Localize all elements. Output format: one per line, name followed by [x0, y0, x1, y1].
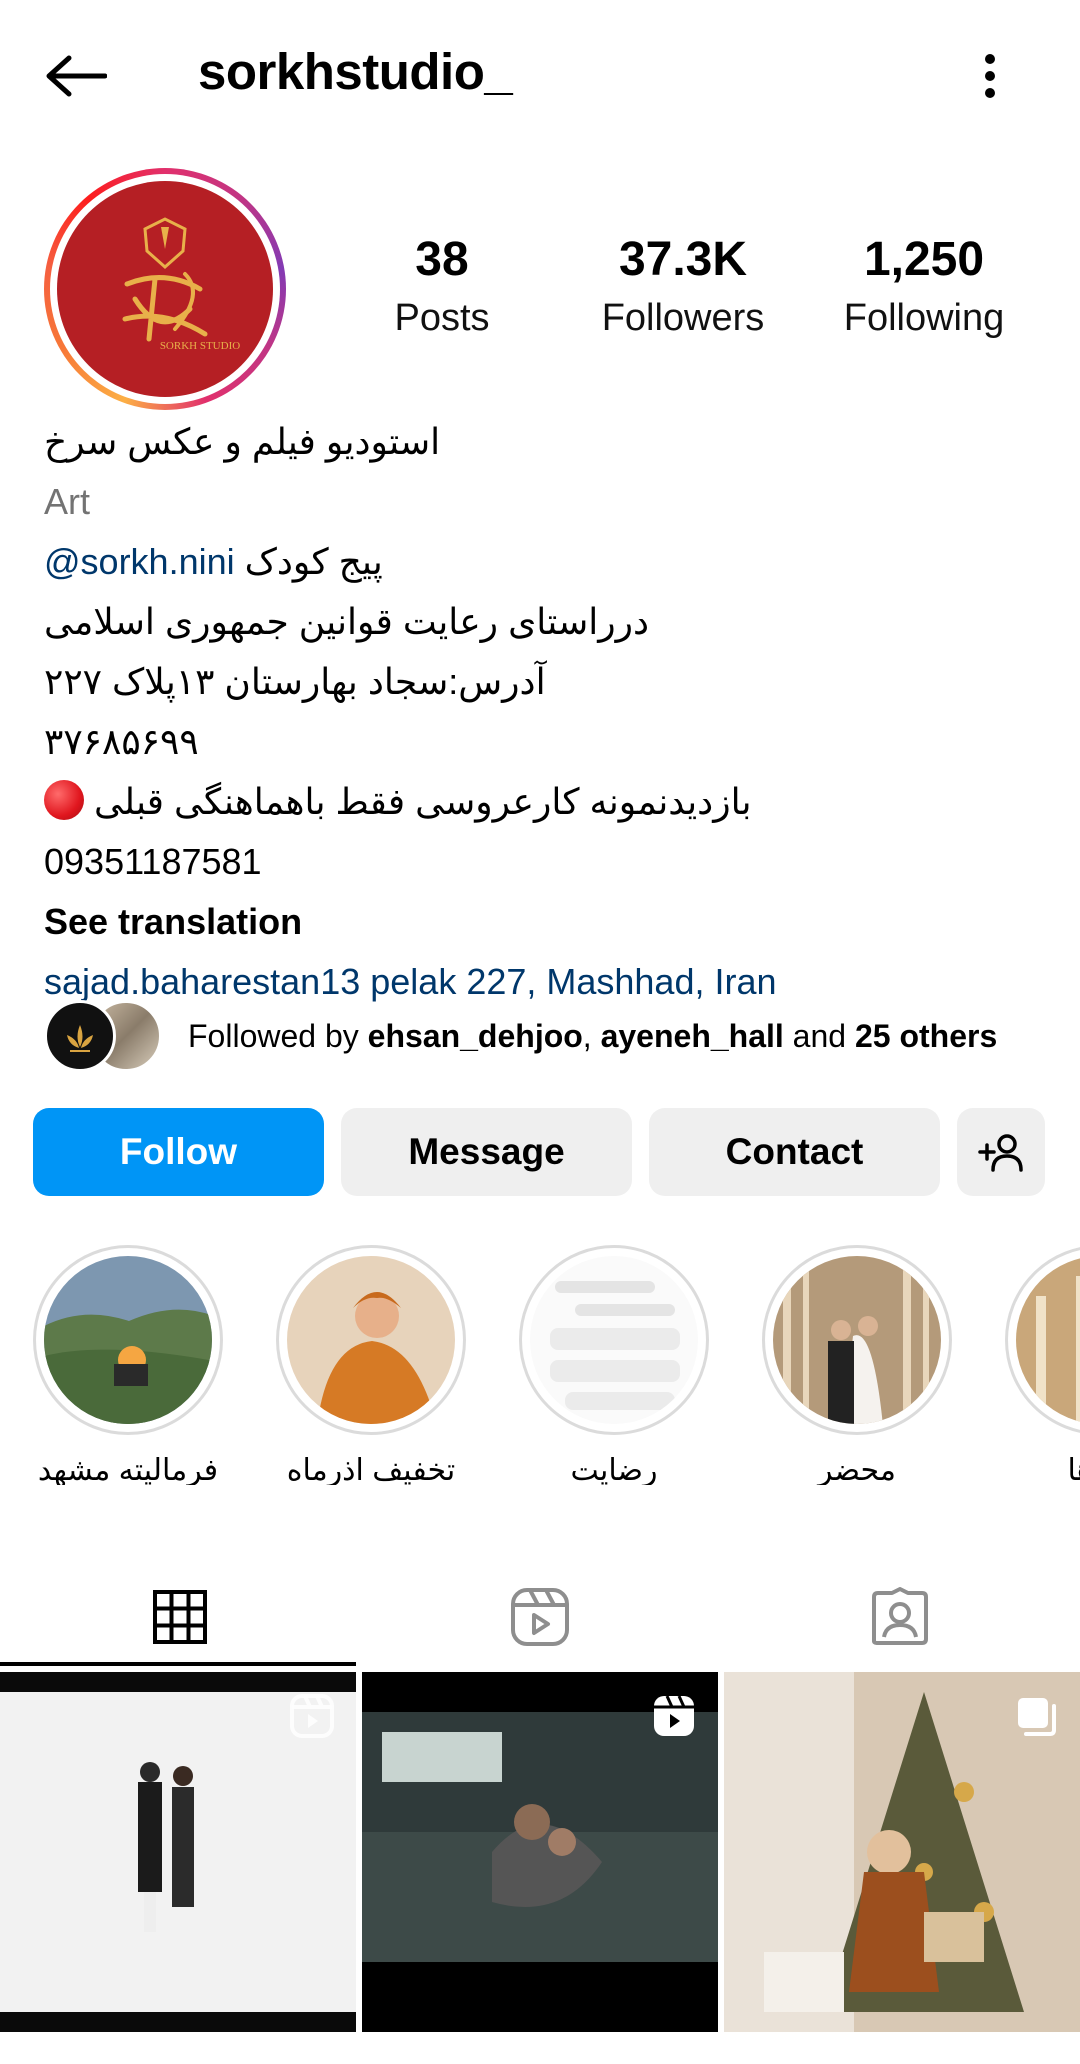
add-person-icon [978, 1134, 1023, 1172]
highlight-item[interactable]: محضر [762, 1245, 952, 1485]
back-button[interactable] [40, 40, 112, 112]
highlight-label: محضر [817, 1454, 896, 1485]
posts-grid [0, 1672, 1080, 2064]
bio-line-law: درراستای رعایت قوانین جمهوری اسلامی [44, 601, 650, 642]
highlight-label: الارها [1067, 1454, 1080, 1485]
follower-avatar [44, 1000, 116, 1072]
bio-line-phone: ۳۷۶۸۵۶۹۹ [44, 721, 199, 762]
tagged-user-icon [872, 1587, 928, 1645]
highlight-item[interactable]: رضایت [519, 1245, 709, 1485]
post-thumbnail[interactable] [724, 1672, 1080, 2032]
followers-count: 37.3K [618, 233, 748, 286]
reels-tab[interactable] [360, 1562, 720, 1672]
red-circle-emoji-icon [44, 780, 84, 820]
contact-button[interactable]: Contact [649, 1108, 940, 1196]
highlight-item[interactable]: الارها [1005, 1245, 1080, 1485]
bio-line-visit: بازدیدنمونه کارعروسی فقط باهماهنگی قبلی [94, 781, 752, 822]
following-count: 1,250 [863, 233, 985, 286]
more-vertical-icon [985, 54, 995, 98]
studio-logo: SORKH STUDIO [57, 181, 273, 397]
profile-tabs [0, 1562, 1080, 1672]
highlight-item[interactable]: فرمالیته مشهد [33, 1245, 223, 1485]
stat-posts[interactable]: 38 Posts [332, 232, 552, 348]
location-link[interactable]: sajad.baharestan13 pelak 227, Mashhad, I… [44, 961, 777, 1002]
suggested-users-button[interactable] [957, 1108, 1045, 1196]
svg-text:SORKH STUDIO: SORKH STUDIO [160, 340, 240, 352]
bio-line-mobile[interactable]: 09351187581 [44, 841, 262, 882]
highlight-cover [44, 1256, 212, 1424]
lotus-logo-icon [67, 1025, 93, 1052]
post-thumbnail[interactable] [0, 1672, 356, 2032]
profile-username: sorkhstudio_ [198, 43, 513, 100]
profile-actions: Follow Message Contact [0, 1108, 1080, 1196]
stat-following[interactable]: 1,250 Following [814, 232, 1034, 348]
bio-line-address: آدرس:سجاد بهارستان ۱۳پلاک ۲۲۷ [44, 661, 546, 702]
highlight-cover [530, 1256, 698, 1424]
post-thumbnail[interactable] [362, 1672, 718, 2032]
tagged-tab[interactable] [720, 1562, 1080, 1672]
highlight-cover [287, 1256, 455, 1424]
highlight-item[interactable]: تخفیف اذرماه [276, 1245, 466, 1485]
profile-avatar[interactable]: SORKH STUDIO [44, 168, 286, 410]
following-label: Following [843, 297, 1005, 339]
more-options-button[interactable] [960, 40, 1020, 112]
top-bar: sorkhstudio_ [0, 0, 1080, 150]
followers-label: Followers [601, 297, 765, 339]
profile-bio: استودیو فیلم و عکس سرخ Art @sorkh.nini پ… [44, 412, 1044, 1012]
see-translation-link[interactable]: See translation [44, 901, 302, 942]
highlight-label: رضایت [570, 1454, 658, 1485]
back-arrow-icon [46, 55, 107, 97]
highlight-cover [773, 1256, 941, 1424]
reel-badge-icon [654, 1695, 694, 1736]
highlight-label: تخفیف اذرماه [286, 1454, 456, 1485]
story-highlights: فرمالیته مشهد تخفیف اذرماه رضایت محضر ا [0, 1245, 1080, 1485]
kids-page-label: پیج کودک [244, 541, 383, 582]
grid-icon [153, 1590, 207, 1644]
logo-mark-icon: SORKH STUDIO [122, 217, 240, 352]
reel-badge-icon [290, 1694, 334, 1738]
followed-by[interactable]: Followed by ehsan_dehjoo, ayeneh_hall an… [44, 998, 1044, 1074]
message-button[interactable]: Message [341, 1108, 632, 1196]
reels-icon [511, 1588, 569, 1646]
posts-count: 38 [415, 233, 469, 286]
profile-category: Art [44, 481, 91, 522]
posts-label: Posts [394, 297, 490, 339]
follow-button[interactable]: Follow [33, 1108, 324, 1196]
followed-by-text: Followed by ehsan_dehjoo, ayeneh_hall an… [188, 1017, 998, 1054]
kids-page-link[interactable]: @sorkh.nini [44, 541, 235, 582]
posts-grid-tab[interactable] [0, 1562, 360, 1672]
carousel-badge-icon [1018, 1698, 1056, 1736]
stat-followers[interactable]: 37.3K Followers [573, 232, 793, 348]
active-tab-indicator [0, 1662, 356, 1666]
highlight-label: فرمالیته مشهد [37, 1454, 219, 1485]
profile-name: استودیو فیلم و عکس سرخ [44, 421, 441, 462]
highlight-cover [1016, 1256, 1080, 1424]
